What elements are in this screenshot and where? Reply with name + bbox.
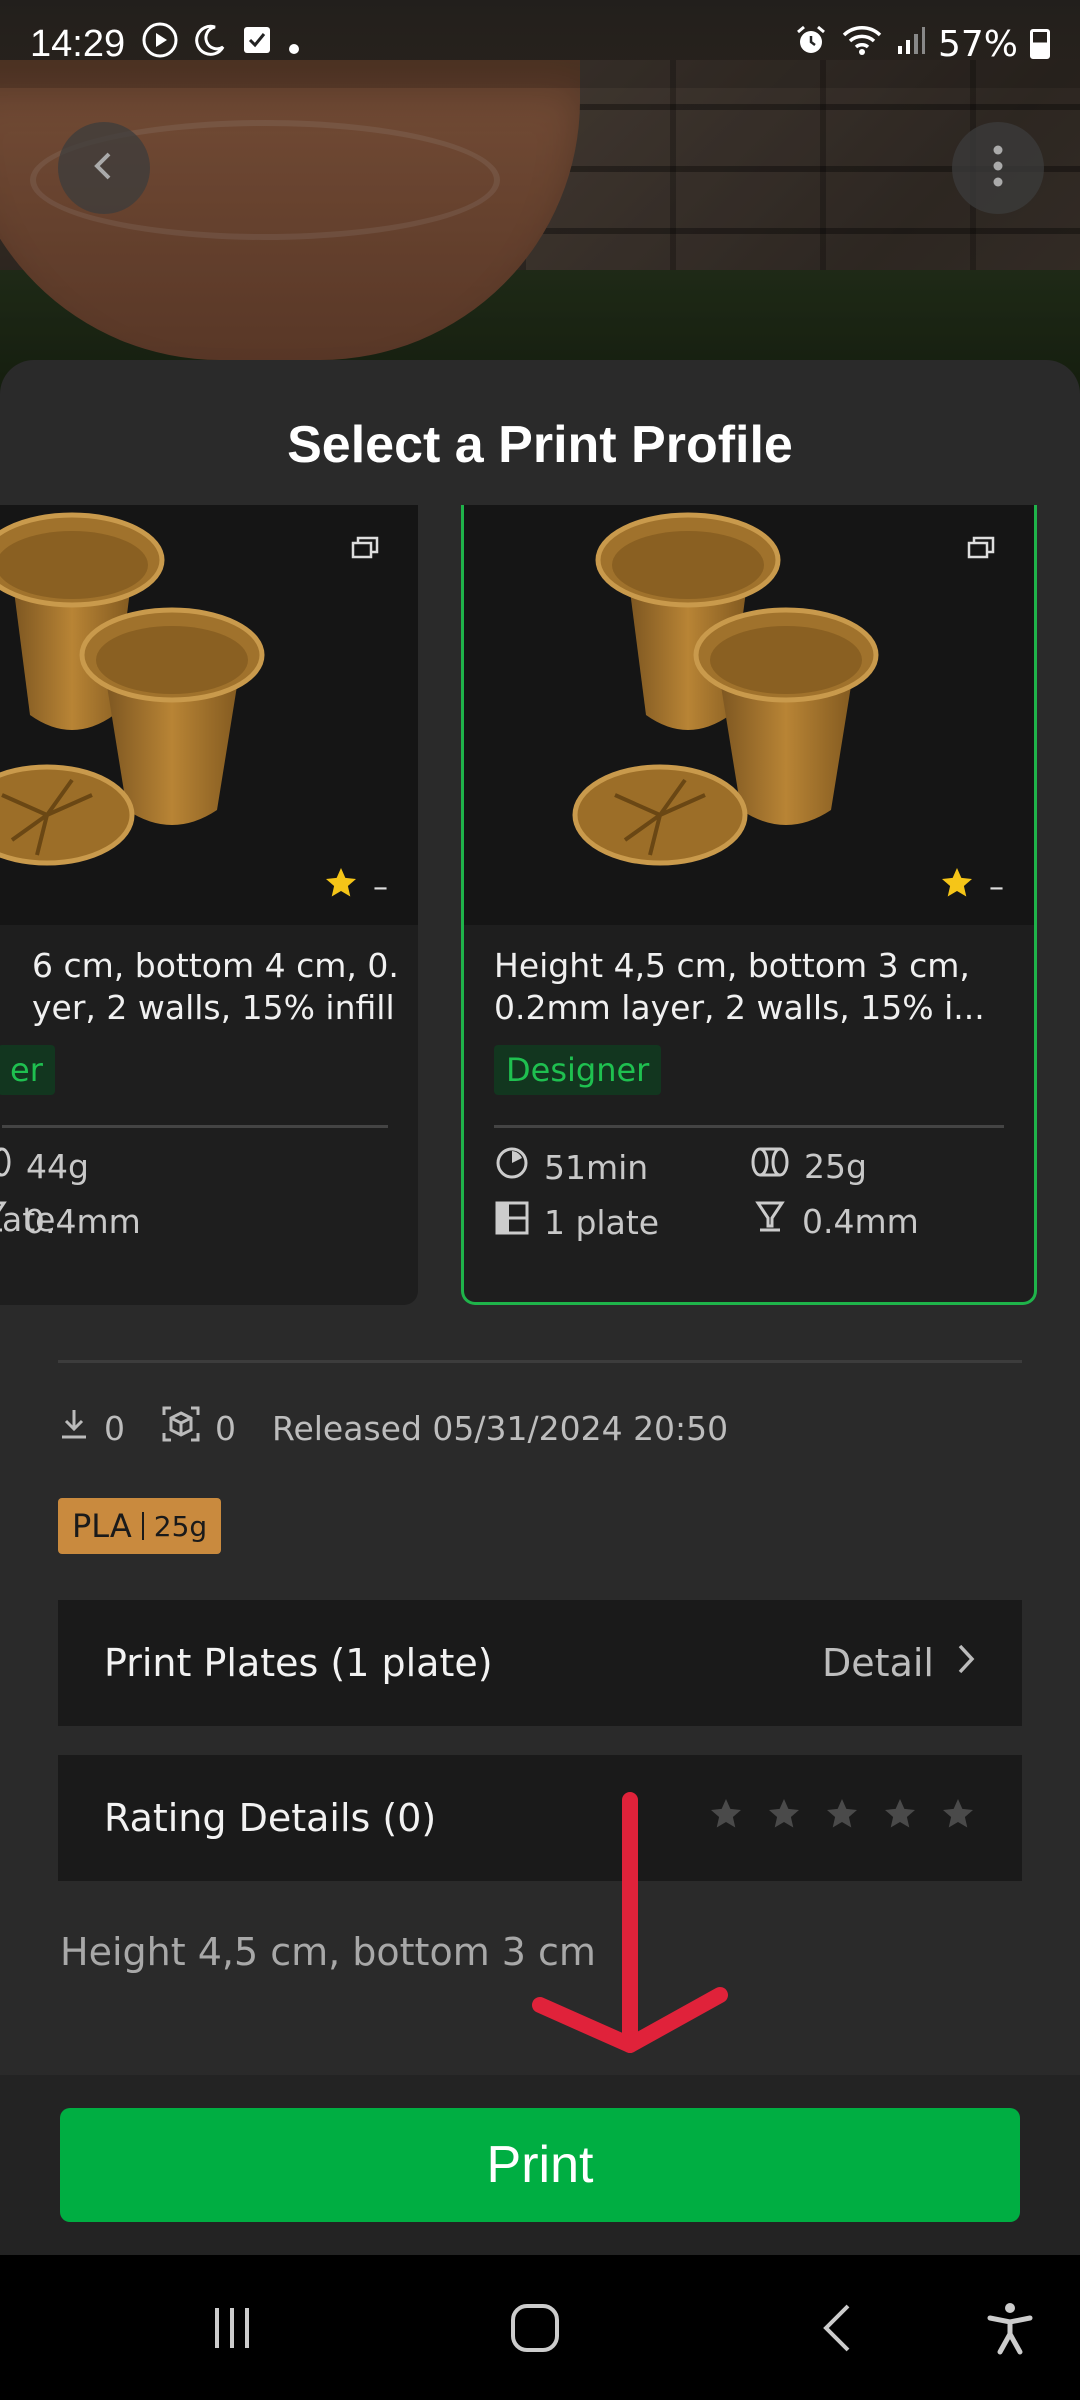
- star-empty-icon: [766, 1796, 802, 1841]
- model-meta-row: 0 0 Released 05/31/2024 20:50: [58, 1405, 728, 1451]
- prints-count: 0: [161, 1405, 236, 1451]
- filament-weight: 25g: [153, 1509, 208, 1543]
- accessibility-button[interactable]: [970, 2290, 1050, 2370]
- star-empty-icon: [882, 1796, 918, 1841]
- profile-description: Height 4,5 cm, bottom 3 cm, 0.2mm layer,…: [494, 946, 985, 1027]
- home-icon: [509, 2302, 561, 2358]
- designer-tag: Designer: [494, 1045, 662, 1095]
- status-right-icons: 57%: [794, 23, 1050, 66]
- battery-percent: 57%: [937, 23, 1018, 65]
- signal-icon: [896, 24, 926, 65]
- status-bar: 14:29 57%: [0, 0, 1080, 88]
- print-button[interactable]: Print: [60, 2108, 1020, 2222]
- download-icon: [58, 1407, 90, 1449]
- profile-thumbnail: –: [464, 505, 1034, 925]
- profile-card-selected[interactable]: – Height 4,5 cm, bottom 3 cm, 0.2mm laye…: [461, 505, 1037, 1305]
- plates-value: 1 plate: [544, 1202, 660, 1242]
- filament-material: PLA: [72, 1507, 132, 1545]
- prints-value: 0: [215, 1408, 236, 1448]
- back-button[interactable]: [58, 122, 150, 214]
- print-time-value: 51min: [544, 1147, 649, 1187]
- stat-nozzle: 0.4mm: [752, 1200, 919, 1242]
- moon-icon: [193, 23, 227, 66]
- profile-thumbnail: –: [0, 505, 418, 925]
- rating-value: –: [989, 869, 1004, 905]
- profile-rating: –: [323, 865, 388, 909]
- designer-tag: er: [0, 1045, 55, 1095]
- play-circle-icon: [141, 21, 179, 68]
- multi-plate-icon: [966, 535, 996, 565]
- check-square-icon: [241, 24, 273, 65]
- release-date: Released 05/31/2024 20:50: [272, 1408, 729, 1448]
- profile-card[interactable]: – 6 cm, bottom 4 cm, 0. yer, 2 walls, 15…: [0, 505, 418, 1305]
- filament-spool-icon: [0, 1145, 12, 1187]
- chevron-left-icon: [84, 146, 124, 190]
- card-divider: [494, 1125, 1004, 1128]
- back-icon: [818, 2302, 858, 2358]
- nozzle-icon: [0, 1200, 10, 1242]
- star-empty-icon: [824, 1796, 860, 1841]
- section-divider: [58, 1360, 1022, 1363]
- profile-description: 6 cm, bottom 4 cm, 0. yer, 2 walls, 15% …: [32, 946, 399, 1027]
- card-divider: [2, 1125, 388, 1128]
- nozzle-value: 0.4mm: [802, 1201, 919, 1241]
- clock-icon: [494, 1145, 530, 1189]
- status-time: 14:29: [30, 22, 126, 65]
- downloads-count: 0: [58, 1407, 125, 1449]
- accessibility-icon: [986, 2301, 1034, 2359]
- pots-render: [572, 512, 879, 866]
- star-empty-icon: [940, 1796, 976, 1841]
- more-options-button[interactable]: [952, 122, 1044, 214]
- stat-print-time: 51min: [494, 1145, 648, 1189]
- home-button[interactable]: [495, 2290, 575, 2370]
- multi-plate-icon: [350, 535, 380, 565]
- status-left-icons: [141, 21, 301, 68]
- recent-apps-button[interactable]: [192, 2290, 272, 2370]
- downloads-value: 0: [104, 1408, 125, 1448]
- battery-icon: [1030, 29, 1050, 59]
- recent-apps-icon: [207, 2303, 257, 2357]
- profile-description-text: Height 4,5 cm, bottom 3 cm: [60, 1930, 596, 1974]
- weight-value: 44g: [26, 1146, 89, 1186]
- rating-stars: [708, 1796, 976, 1841]
- rating-details-label: Rating Details (0): [104, 1796, 437, 1840]
- profile-carousel[interactable]: – 6 cm, bottom 4 cm, 0. yer, 2 walls, 15…: [0, 505, 1080, 1365]
- sheet-title: Select a Print Profile: [287, 416, 793, 474]
- annotation-arrow: [532, 1792, 728, 2053]
- pots-render: [0, 512, 265, 866]
- stat-weight: 25g: [750, 1145, 867, 1187]
- star-icon: [939, 865, 975, 909]
- more-vertical-icon: [992, 144, 1004, 192]
- star-icon: [323, 865, 359, 909]
- stat-weight: 44g: [0, 1145, 89, 1187]
- nozzle-icon: [752, 1200, 788, 1242]
- profile-rating: –: [939, 865, 1004, 909]
- system-back-button[interactable]: [798, 2290, 878, 2370]
- alarm-icon: [794, 23, 828, 66]
- rating-value: –: [373, 869, 388, 905]
- stat-nozzle-row: 0.4mm: [0, 1200, 141, 1242]
- nozzle-value: 0.4mm: [24, 1201, 141, 1241]
- chevron-right-icon: [956, 1641, 976, 1685]
- plate-icon: [494, 1200, 530, 1244]
- wifi-icon: [840, 23, 884, 66]
- system-nav-bar: [0, 2255, 1080, 2400]
- detail-link[interactable]: Detail: [822, 1641, 976, 1685]
- print-plates-label: Print Plates (1 plate): [104, 1641, 493, 1685]
- print-plates-row[interactable]: Print Plates (1 plate) Detail: [58, 1600, 1022, 1726]
- dot-icon: [287, 24, 301, 65]
- detail-label: Detail: [822, 1641, 934, 1685]
- stat-plates: 1 plate: [494, 1200, 659, 1244]
- filament-spool-icon: [750, 1145, 790, 1187]
- filament-badge: PLA 25g: [58, 1498, 222, 1554]
- cube-print-icon: [161, 1405, 201, 1451]
- badge-separator: [141, 1512, 144, 1540]
- weight-value: 25g: [804, 1146, 867, 1186]
